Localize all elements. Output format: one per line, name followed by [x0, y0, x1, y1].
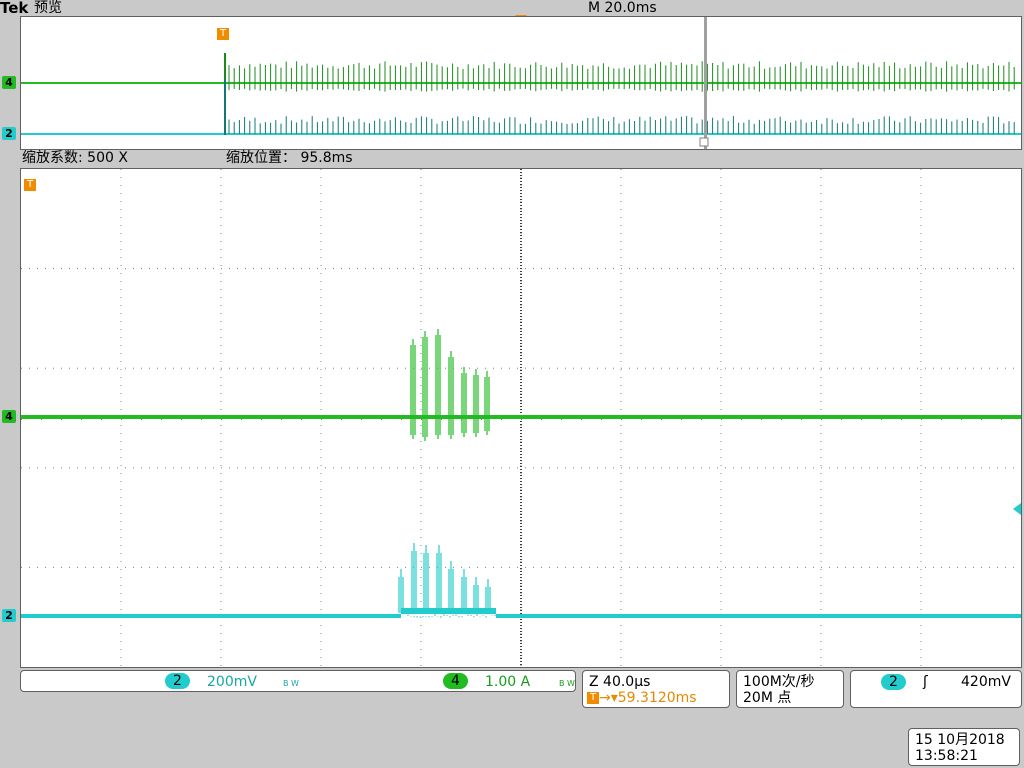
ch4-scale[interactable]: 1.00 A: [485, 674, 530, 690]
zoomed-trigger-marker: T: [24, 174, 36, 193]
overview-ch4-marker[interactable]: 4: [2, 76, 16, 89]
rising-edge-icon: ʃ: [923, 674, 928, 690]
overview-waveform-svg: [21, 17, 1021, 149]
acquisition-panel[interactable]: 100M次/秒 20M 点: [736, 670, 844, 708]
overview-ch2-trace: [21, 79, 1021, 135]
mode-label: 预览: [34, 0, 62, 16]
zoom-window-handle: [699, 137, 709, 147]
trigger-source-badge[interactable]: 2: [881, 674, 906, 690]
trigger-pos-value: 59.3120ms: [617, 690, 697, 706]
datetime-panel: 15 10月2018 13:58:21: [908, 728, 1020, 766]
trigger-t-icon: T: [217, 27, 229, 40]
zoomed-waveform-pane[interactable]: [20, 168, 1022, 668]
timebase-readout[interactable]: M 20.0ms: [588, 0, 657, 16]
zoomed-ch2-marker[interactable]: 2: [2, 609, 16, 622]
zoomed-trigger-t-icon: T: [24, 178, 36, 191]
ch2-badge[interactable]: 2: [165, 673, 190, 689]
trigger-position-readout[interactable]: T →▾59.3120ms: [587, 690, 697, 706]
ch4-bw-limit: B W: [559, 679, 575, 688]
zoomed-ch4-marker[interactable]: 4: [2, 410, 16, 423]
zoom-position: 缩放位置： 95.8ms: [226, 150, 353, 166]
record-length: 20M 点: [743, 690, 792, 706]
ch2-scale[interactable]: 200mV: [207, 674, 257, 690]
ch4-badge[interactable]: 4: [443, 673, 468, 689]
overview-waveform-pane[interactable]: [20, 16, 1022, 150]
zoom-factor: 缩放系数: 500 X: [22, 150, 128, 166]
trigger-level[interactable]: 420mV: [961, 674, 1011, 690]
channel-scale-panel[interactable]: 2 200mV B W 4 1.00 A B W: [20, 670, 576, 692]
date-readout: 15 10月2018: [915, 732, 1005, 748]
trigger-arrow-icon: →▾: [599, 690, 618, 706]
zoomed-waveform-svg: [20, 169, 1022, 666]
zoom-timebase-panel[interactable]: Z 40.0µs T →▾59.3120ms: [582, 670, 730, 708]
overview-ch4-trace: [21, 53, 1021, 113]
overview-ch2-marker[interactable]: 2: [2, 127, 16, 140]
time-readout: 13:58:21: [915, 748, 978, 764]
trigger-pos-t-icon: T: [587, 692, 599, 704]
zoom-window-cursor: [704, 17, 707, 149]
overview-trigger-marker: T: [217, 23, 229, 42]
ch2-bw-limit: B W: [283, 679, 299, 688]
trigger-level-icon: [1013, 503, 1021, 515]
trigger-panel[interactable]: 2 ʃ 420mV: [850, 670, 1022, 708]
brand-logo: Tek: [0, 0, 29, 17]
zoom-scale[interactable]: Z 40.0µs: [589, 674, 650, 690]
sample-rate: 100M次/秒: [743, 674, 815, 690]
